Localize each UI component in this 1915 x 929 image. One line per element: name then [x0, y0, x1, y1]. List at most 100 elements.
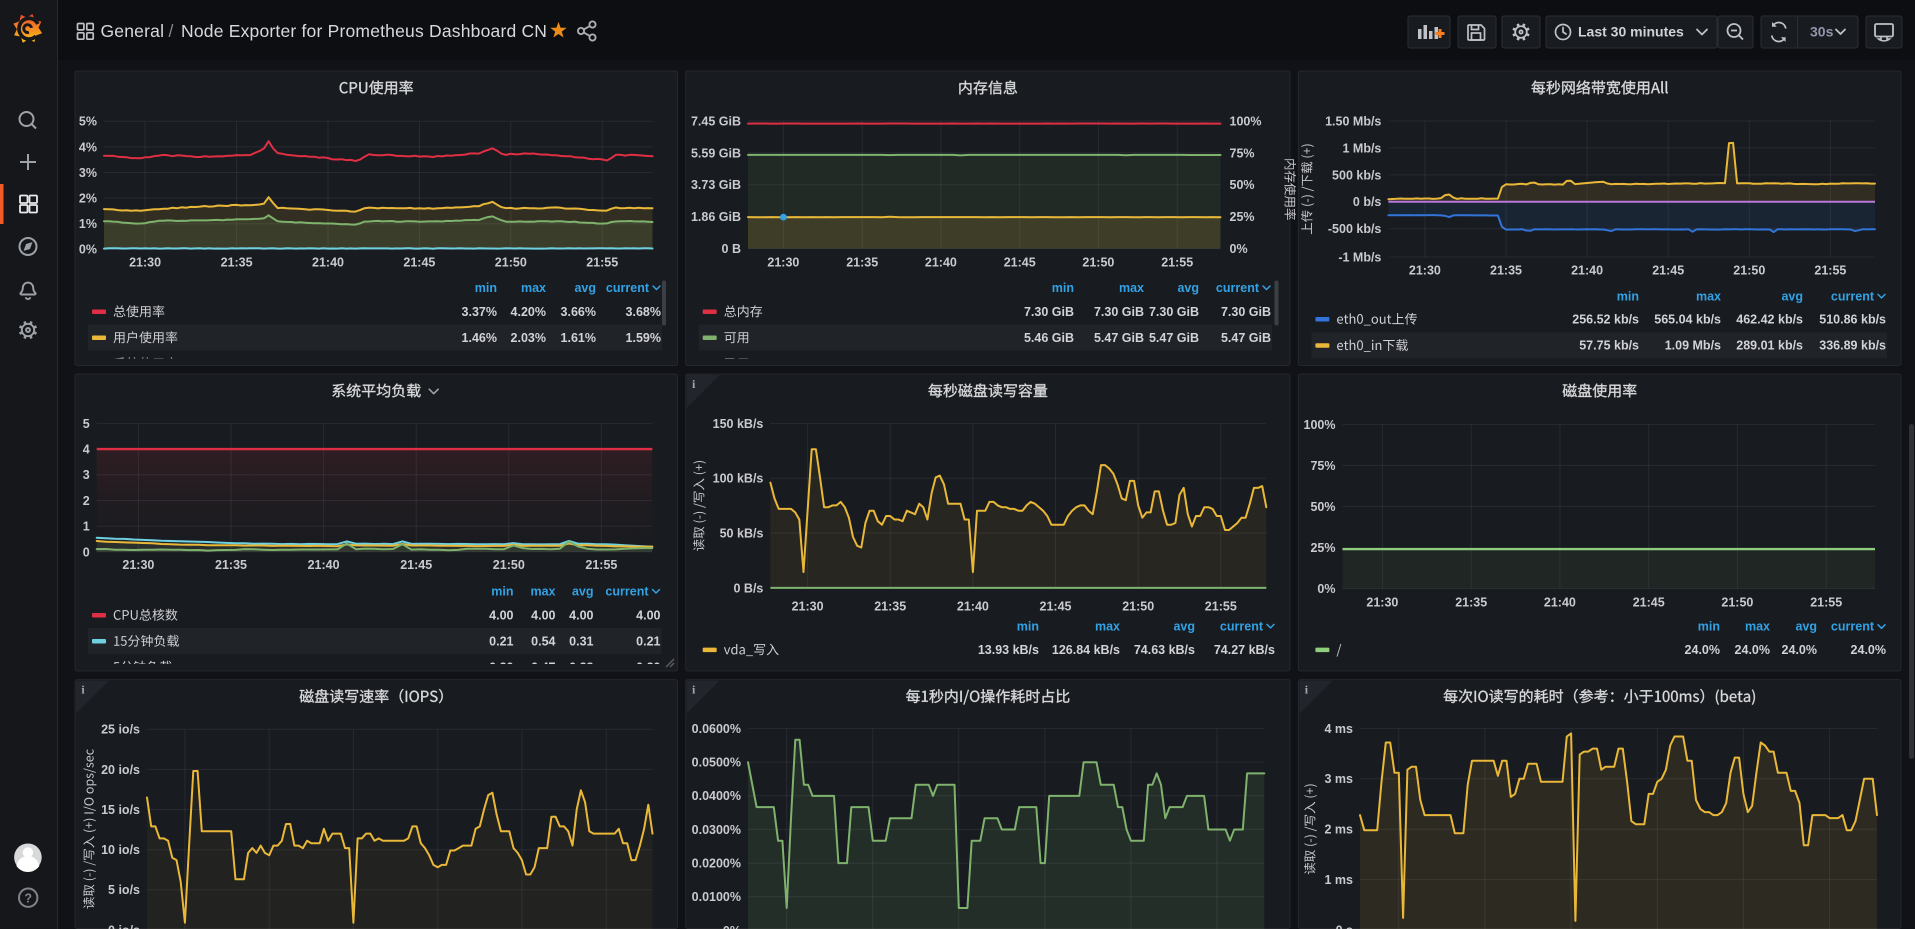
svg-text:21:30: 21:30	[122, 558, 154, 572]
svg-text:5%: 5%	[79, 115, 97, 129]
svg-text:21:45: 21:45	[403, 255, 435, 269]
svg-text:25%: 25%	[1230, 210, 1255, 224]
svg-text:avg: avg	[1173, 619, 1195, 633]
svg-text:-1 Mb/s: -1 Mb/s	[1338, 250, 1381, 264]
svg-text:21:30: 21:30	[1366, 595, 1398, 609]
svg-text:21:45: 21:45	[1652, 263, 1684, 277]
svg-text:74.27 kB/s: 74.27 kB/s	[1214, 643, 1275, 657]
svg-text:57.75 kb/s: 57.75 kb/s	[1579, 339, 1639, 353]
svg-text:100%: 100%	[1304, 418, 1336, 432]
svg-text:current: current	[1216, 281, 1260, 295]
svg-text:21:30: 21:30	[792, 599, 824, 613]
svg-text:25%: 25%	[1310, 541, 1335, 555]
svg-text:0.0200%: 0.0200%	[692, 857, 741, 871]
svg-text:min: min	[491, 584, 513, 598]
svg-text:avg: avg	[1177, 281, 1199, 295]
svg-text:2.03%: 2.03%	[511, 331, 546, 345]
svg-text:21:45: 21:45	[400, 558, 432, 572]
svg-text:7.45 GiB: 7.45 GiB	[691, 114, 741, 128]
svg-text:3%: 3%	[79, 166, 97, 180]
svg-text:0%: 0%	[1317, 582, 1335, 596]
svg-text:max: max	[1745, 620, 1770, 634]
svg-text:0 s: 0 s	[1336, 923, 1353, 929]
svg-text:0.0500%: 0.0500%	[692, 756, 741, 770]
svg-text:21:50: 21:50	[1733, 263, 1765, 277]
svg-text:7.30 GiB: 7.30 GiB	[1024, 305, 1074, 319]
svg-text:50%: 50%	[1310, 500, 1335, 514]
svg-text:2 ms: 2 ms	[1325, 823, 1354, 837]
svg-text:21:55: 21:55	[1161, 255, 1193, 269]
svg-text:Last 30 minutes: Last 30 minutes	[1578, 24, 1684, 40]
svg-text:4: 4	[83, 443, 90, 457]
svg-text:0%: 0%	[1230, 242, 1248, 256]
svg-text:21:40: 21:40	[1571, 263, 1603, 277]
svg-text:21:40: 21:40	[312, 255, 344, 269]
svg-text:21:30: 21:30	[767, 255, 799, 269]
svg-text:-500 kb/s: -500 kb/s	[1328, 222, 1382, 236]
svg-text:max: max	[1696, 289, 1721, 303]
svg-text:21:50: 21:50	[1721, 595, 1753, 609]
svg-text:current: current	[606, 281, 650, 295]
svg-text:21:50: 21:50	[1082, 255, 1114, 269]
svg-text:21:35: 21:35	[874, 599, 906, 613]
svg-text:21:55: 21:55	[1810, 595, 1842, 609]
svg-text:0: 0	[83, 545, 90, 559]
svg-text:21:55: 21:55	[586, 255, 618, 269]
svg-text:1 ms: 1 ms	[1325, 873, 1354, 887]
svg-text:21:40: 21:40	[308, 558, 340, 572]
svg-text:max: max	[1095, 619, 1120, 633]
svg-text:500 kb/s: 500 kb/s	[1332, 168, 1381, 182]
svg-text:0.54: 0.54	[531, 634, 555, 648]
svg-text:20 io/s: 20 io/s	[101, 763, 140, 777]
svg-text:289.01 kb/s: 289.01 kb/s	[1736, 339, 1803, 353]
svg-text:5.47 GiB: 5.47 GiB	[1149, 331, 1199, 345]
svg-text:0 io/s: 0 io/s	[108, 923, 140, 929]
svg-text:21:35: 21:35	[215, 558, 247, 572]
svg-text:4 ms: 4 ms	[1325, 722, 1354, 736]
svg-text:3.73 GiB: 3.73 GiB	[691, 178, 741, 192]
svg-text:21:40: 21:40	[1544, 595, 1576, 609]
svg-text:4.00: 4.00	[489, 608, 513, 622]
svg-text:4.00: 4.00	[531, 608, 555, 622]
svg-text:4.20%: 4.20%	[511, 305, 546, 319]
svg-text:21:40: 21:40	[957, 599, 989, 613]
svg-text:21:40: 21:40	[925, 255, 957, 269]
svg-text:3.37%: 3.37%	[462, 305, 497, 319]
svg-text:13.93 kB/s: 13.93 kB/s	[978, 643, 1039, 657]
svg-text:current: current	[1831, 289, 1875, 303]
svg-text:15 io/s: 15 io/s	[101, 803, 140, 817]
svg-text:1.86 GiB: 1.86 GiB	[691, 210, 741, 224]
svg-text:3.66%: 3.66%	[561, 305, 596, 319]
svg-text:21:50: 21:50	[493, 558, 525, 572]
svg-text:5.47 GiB: 5.47 GiB	[1221, 331, 1271, 345]
svg-text:1.46%: 1.46%	[462, 331, 497, 345]
svg-text:0 b/s: 0 b/s	[1353, 195, 1382, 209]
svg-text:max: max	[521, 281, 546, 295]
svg-text:50 kB/s: 50 kB/s	[720, 527, 764, 541]
svg-text:max: max	[530, 584, 555, 598]
svg-text:5: 5	[83, 417, 90, 431]
svg-text:General: General	[101, 21, 165, 41]
svg-text:100 kB/s: 100 kB/s	[713, 472, 764, 486]
svg-text:0.21: 0.21	[636, 634, 660, 648]
svg-text:current: current	[605, 584, 649, 598]
svg-text:25 io/s: 25 io/s	[101, 723, 140, 737]
svg-text:avg: avg	[1781, 289, 1803, 303]
svg-text:21:55: 21:55	[585, 558, 617, 572]
svg-text:5.46 GiB: 5.46 GiB	[1024, 331, 1074, 345]
svg-text:5.47 GiB: 5.47 GiB	[1094, 331, 1144, 345]
svg-text:0%: 0%	[723, 924, 741, 929]
svg-text:75%: 75%	[1310, 459, 1335, 473]
svg-text:21:45: 21:45	[1633, 595, 1665, 609]
svg-text:max: max	[1119, 281, 1144, 295]
svg-text:1.61%: 1.61%	[561, 331, 596, 345]
svg-text:74.63 kB/s: 74.63 kB/s	[1134, 643, 1195, 657]
svg-text:75%: 75%	[1230, 146, 1255, 160]
svg-text:21:35: 21:35	[846, 255, 878, 269]
svg-text:4.00: 4.00	[636, 608, 660, 622]
svg-text:?: ?	[24, 891, 32, 905]
svg-text:100%: 100%	[1230, 114, 1262, 128]
svg-text:21:55: 21:55	[1814, 263, 1846, 277]
svg-text:21:45: 21:45	[1004, 255, 1036, 269]
svg-text:5 io/s: 5 io/s	[108, 883, 140, 897]
